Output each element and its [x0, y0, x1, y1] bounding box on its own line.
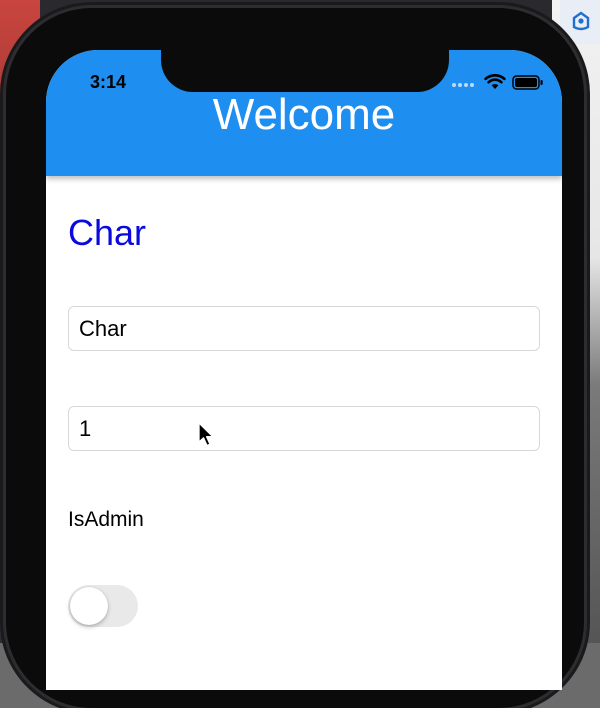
page-title: Welcome	[212, 90, 396, 139]
status-icons	[452, 74, 544, 90]
app-screen: 3:14 Welcome Char Char 1 IsAdmin	[46, 50, 562, 690]
name-input[interactable]	[68, 306, 540, 351]
app-icon	[572, 11, 590, 31]
number-input[interactable]	[68, 406, 540, 451]
status-time: 3:14	[90, 72, 127, 92]
mouse-pointer-icon	[198, 422, 214, 447]
is-admin-toggle[interactable]	[68, 585, 138, 627]
signal-icon	[452, 77, 478, 87]
name-heading: Char	[68, 212, 147, 253]
device-notch	[161, 50, 449, 92]
phone-frame: 3:14 Welcome Char Char 1 IsAdmin	[6, 8, 584, 708]
wifi-icon	[484, 74, 506, 90]
navigation-header: 3:14 Welcome	[46, 50, 562, 176]
app-icon-tile[interactable]	[560, 0, 600, 44]
toggle-knob[interactable]	[70, 587, 108, 625]
battery-icon	[512, 74, 544, 90]
is-admin-label: IsAdmin	[68, 508, 144, 531]
